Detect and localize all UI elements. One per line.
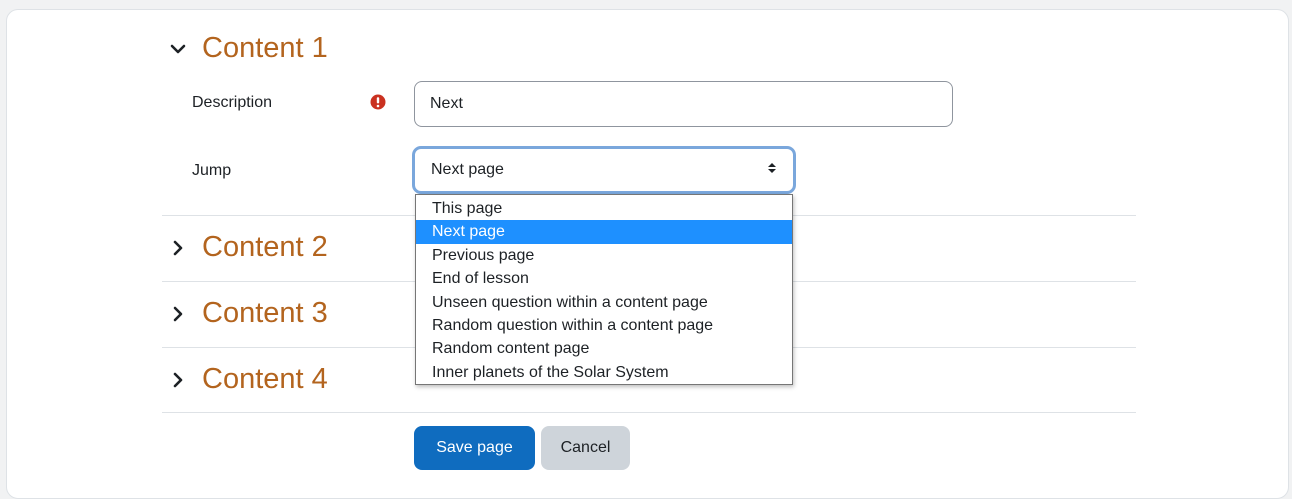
jump-option[interactable]: Previous page [416, 244, 792, 267]
sort-arrows-icon [767, 161, 777, 180]
jump-option[interactable]: Inner planets of the Solar System [416, 361, 792, 384]
jump-option[interactable]: Next page [416, 220, 792, 244]
save-page-button[interactable]: Save page [414, 426, 535, 470]
cancel-button[interactable]: Cancel [541, 426, 630, 470]
jump-option[interactable]: End of lesson [416, 267, 792, 290]
jump-option[interactable]: This page [416, 197, 792, 220]
section-header-content-2[interactable]: Content 2 [168, 233, 328, 262]
section-header-content-3[interactable]: Content 3 [168, 299, 328, 328]
description-label: Description [192, 94, 273, 111]
jump-dropdown-list: This page Next page Previous page End of… [415, 194, 793, 385]
description-input[interactable] [414, 81, 953, 127]
jump-select[interactable]: Next page [412, 146, 796, 194]
jump-option[interactable]: Unseen question within a content page [416, 291, 792, 314]
section-title: Content 2 [202, 231, 328, 263]
chevron-right-icon [168, 304, 188, 324]
section-divider [162, 412, 1136, 413]
section-header-content-1[interactable]: Content 1 [168, 34, 328, 63]
section-title: Content 1 [202, 32, 328, 64]
jump-select-value: Next page [431, 161, 504, 178]
exclamation-circle-icon [370, 94, 386, 110]
jump-label: Jump [192, 162, 232, 179]
jump-option[interactable]: Random question within a content page [416, 314, 792, 337]
chevron-right-icon [168, 370, 188, 390]
section-title: Content 3 [202, 297, 328, 329]
chevron-down-icon [168, 39, 188, 59]
jump-option[interactable]: Random content page [416, 337, 792, 360]
section-header-content-4[interactable]: Content 4 [168, 365, 328, 394]
chevron-right-icon [168, 238, 188, 258]
section-title: Content 4 [202, 363, 328, 395]
